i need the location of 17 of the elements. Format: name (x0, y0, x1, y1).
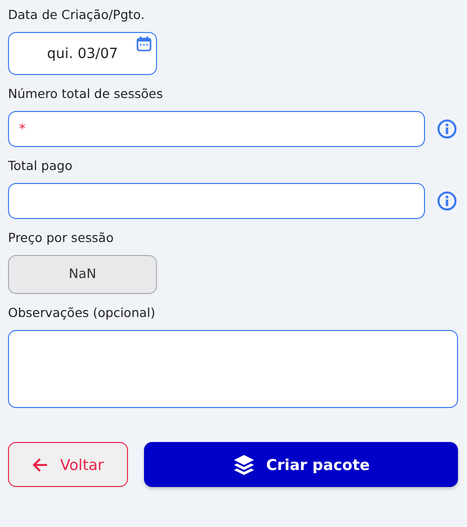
create-button[interactable]: Criar pacote (144, 442, 458, 487)
field-label: Data de Criação/Pgto. (8, 6, 146, 24)
input-field[interactable] (8, 183, 425, 219)
back-button[interactable]: Voltar (8, 442, 128, 487)
calendar-icon[interactable] (136, 36, 152, 52)
field-label: Observações (opcional) (8, 304, 156, 322)
info-icon[interactable] (437, 119, 457, 139)
readonly-field: NaN (8, 255, 157, 294)
field-label: Preço por sessão (8, 229, 115, 247)
arrow-left-icon (32, 456, 48, 472)
field-label: Número total de sessões (8, 85, 164, 103)
textarea-field[interactable] (8, 330, 458, 408)
input-field[interactable]: * (8, 111, 425, 147)
field-label: Total pago (8, 157, 74, 175)
layers-icon (232, 452, 256, 476)
date-field[interactable]: qui. 03/07 (8, 32, 157, 75)
info-icon[interactable] (437, 191, 457, 211)
